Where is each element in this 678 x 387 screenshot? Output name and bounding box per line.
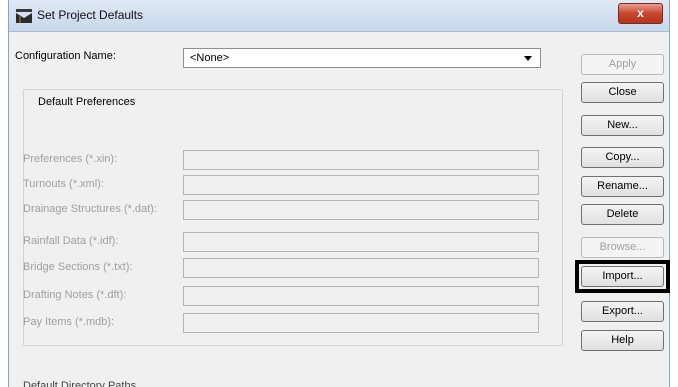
chevron-down-icon[interactable]	[524, 56, 532, 61]
pay-items-field[interactable]	[183, 313, 539, 333]
pay-items-label: Pay Items (*.mdb):	[23, 316, 115, 328]
browse-button[interactable]: Browse...	[581, 237, 664, 258]
drainage-structures-field[interactable]	[183, 200, 539, 220]
drafting-notes-field[interactable]	[183, 286, 539, 306]
rainfall-data-label: Rainfall Data (*.idf):	[23, 235, 119, 247]
close-window-button[interactable]: x	[618, 3, 663, 24]
import-highlight-box	[575, 260, 670, 293]
bridge-sections-field[interactable]	[183, 258, 539, 278]
turnouts-field[interactable]	[183, 175, 539, 195]
preferences-field[interactable]	[183, 150, 539, 170]
copy-button[interactable]: Copy...	[581, 147, 664, 168]
help-button[interactable]: Help	[581, 330, 664, 351]
title-bar[interactable]: Set Project Defaults x	[9, 0, 669, 32]
close-button[interactable]: Close	[581, 82, 664, 103]
set-project-defaults-dialog: Set Project Defaults x Configuration Nam…	[8, 0, 670, 387]
configuration-name-dropdown[interactable]: <None>	[183, 48, 541, 68]
default-preferences-title: Default Preferences	[35, 96, 139, 108]
window-title: Set Project Defaults	[37, 8, 144, 22]
rename-button[interactable]: Rename...	[581, 176, 664, 197]
delete-button[interactable]: Delete	[581, 204, 664, 225]
export-button[interactable]: Export...	[581, 301, 664, 322]
preferences-label: Preferences (*.xin):	[23, 153, 118, 165]
app-icon	[16, 9, 32, 23]
close-icon: x	[637, 6, 644, 20]
drainage-structures-label: Drainage Structures (*.dat):	[23, 203, 157, 215]
apply-button[interactable]: Apply	[581, 54, 664, 75]
rainfall-data-field[interactable]	[183, 232, 539, 252]
turnouts-label: Turnouts (*.xml):	[23, 178, 104, 190]
new-button[interactable]: New...	[581, 115, 664, 136]
configuration-name-label: Configuration Name:	[15, 50, 116, 62]
default-directory-paths-label: Default Directory Paths	[23, 380, 137, 387]
drafting-notes-label: Drafting Notes (*.dft):	[23, 289, 127, 301]
configuration-name-value: <None>	[190, 52, 230, 64]
bridge-sections-label: Bridge Sections (*.txt):	[23, 261, 133, 273]
